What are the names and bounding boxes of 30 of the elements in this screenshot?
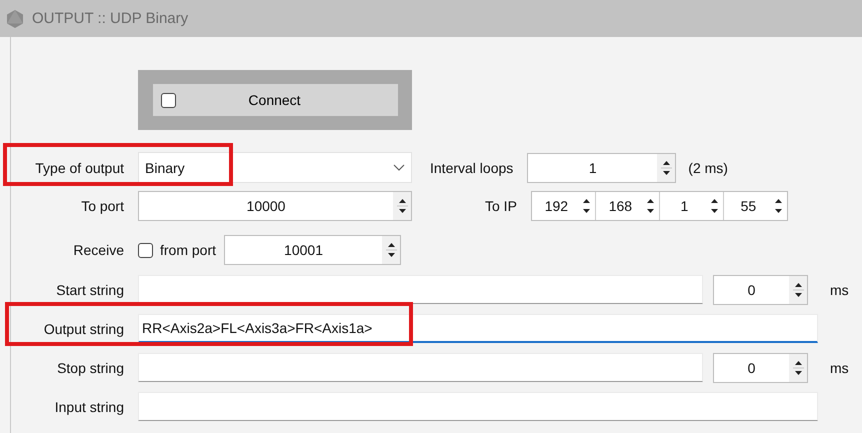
checkbox[interactable] [160,92,176,108]
receive-checkbox[interactable] [138,242,153,258]
unit-label: ms [830,282,849,298]
checkbox-label: from port [160,242,216,258]
text-field[interactable] [138,392,818,421]
field-label: To IP [485,198,517,214]
window-title: OUTPUT :: UDP Binary [32,10,188,27]
field-label: Output string [42,320,124,336]
text-field[interactable]: RR<Axis2a>FL<Axis3a>FR<Axis1a> [138,314,818,343]
field-label: Interval loops [430,160,514,176]
hexagon-icon [6,8,24,28]
output-type-dropdown[interactable]: Binary [138,152,412,183]
text-field[interactable] [138,275,703,304]
chevron-down-icon [393,164,405,172]
connect-button[interactable]: Connect [152,84,398,116]
port-spinner[interactable]: 10000 [138,191,412,221]
text-field[interactable] [138,353,703,382]
field-label: Receive [72,242,124,258]
field-label: Type of output [34,160,124,176]
ip-address-field[interactable]: 192 168 1 55 [530,191,788,221]
field-label: Stop string [56,360,124,376]
unit-label: ms [830,360,849,376]
field-label: Input string [54,398,124,414]
port-spinner[interactable]: 10001 [224,235,402,265]
interval-note: (2 ms) [688,160,728,176]
interval-spinner[interactable]: 1 [527,152,676,182]
delay-spinner[interactable]: 0 [713,352,808,382]
field-label: Start string [55,282,124,298]
field-label: To port [80,198,124,214]
delay-spinner[interactable]: 0 [713,274,808,304]
